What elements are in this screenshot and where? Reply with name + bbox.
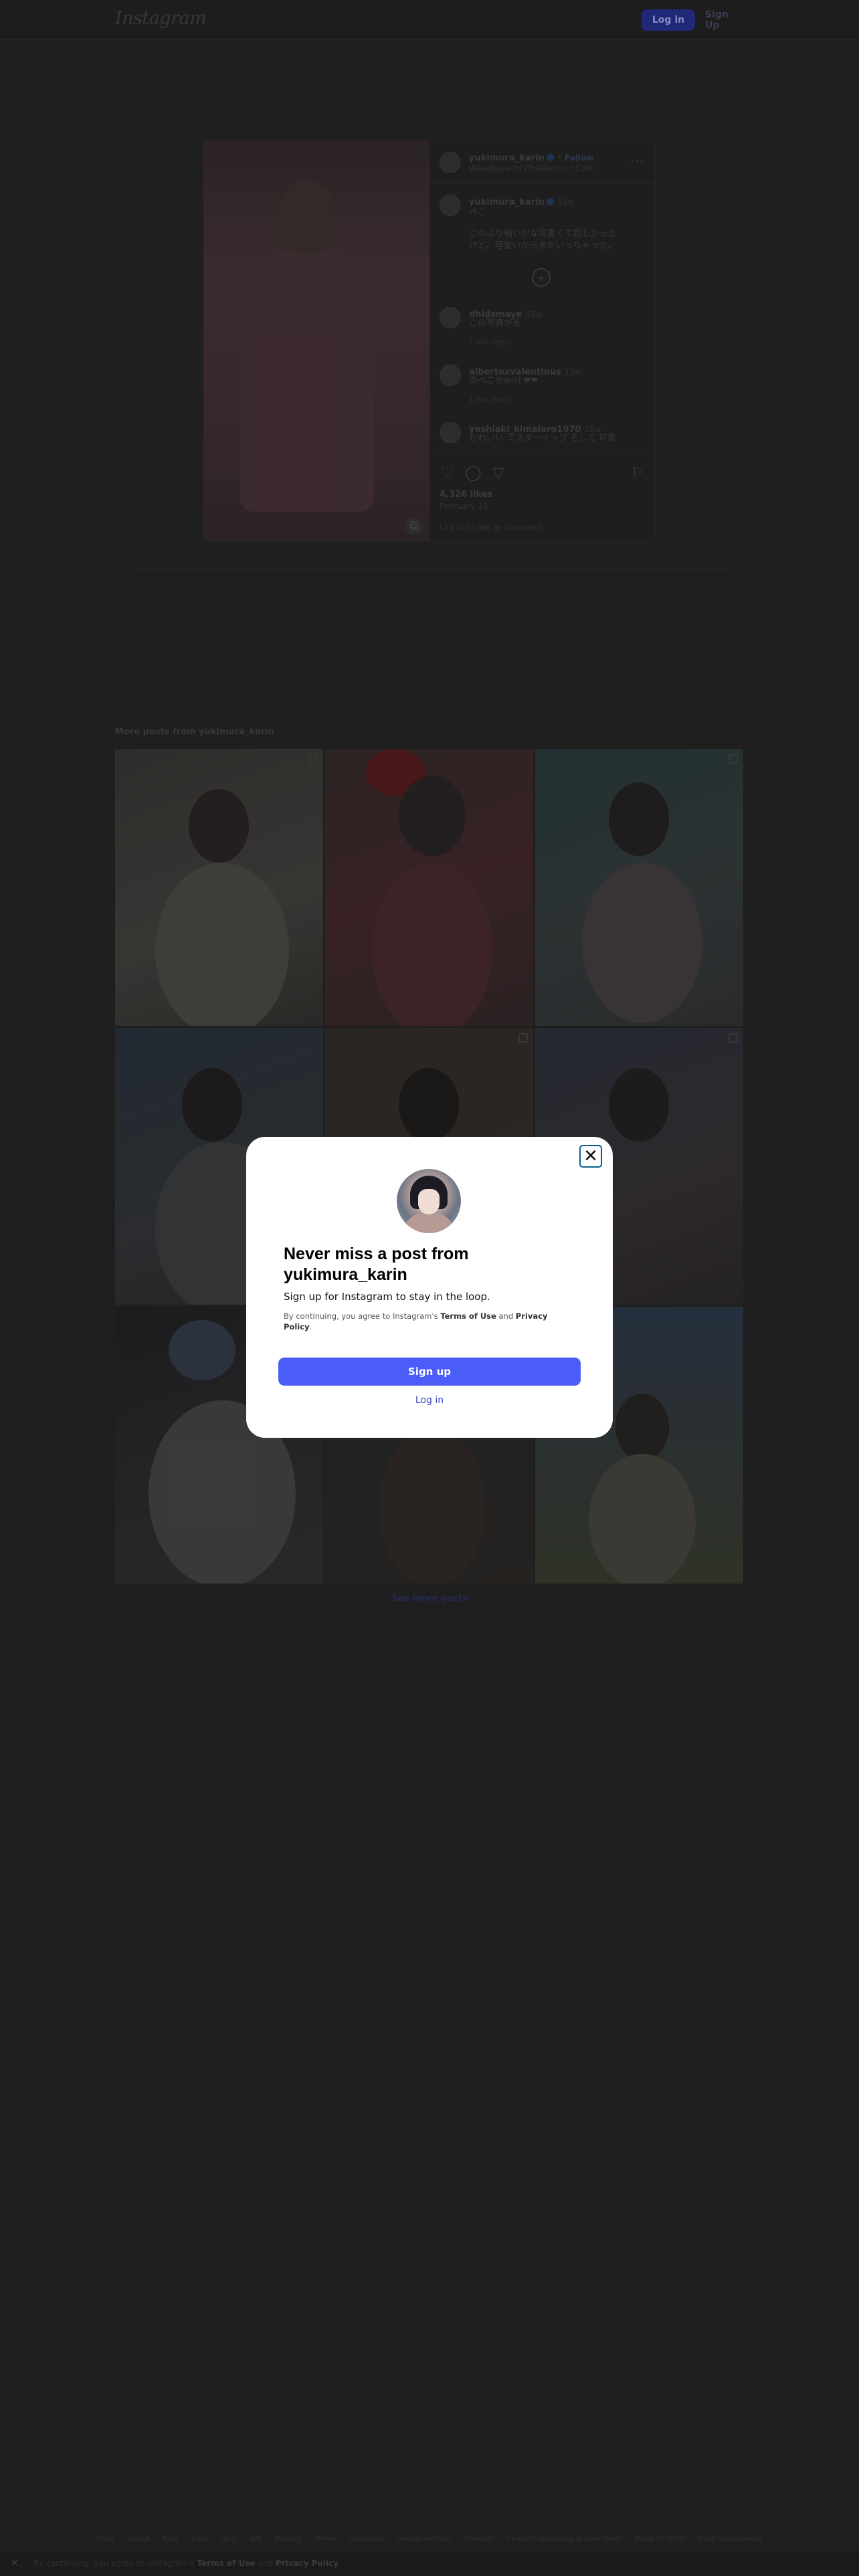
terms-and: and bbox=[498, 1311, 514, 1321]
modal-terms-text: By continuing, you agree to Instagram's … bbox=[284, 1311, 578, 1332]
signup-button[interactable]: Sign up bbox=[278, 1358, 581, 1386]
terms-prefix: By continuing, you agree to Instagram's bbox=[284, 1311, 438, 1321]
login-link[interactable]: Log in bbox=[246, 1395, 613, 1406]
signup-modal: ✕ Never miss a post from yukimura_karin … bbox=[246, 1137, 613, 1438]
modal-title: Never miss a post from yukimura_karin bbox=[284, 1245, 469, 1284]
close-icon[interactable]: ✕ bbox=[579, 1145, 602, 1168]
modal-subtitle: Sign up for Instagram to stay in the loo… bbox=[284, 1291, 490, 1303]
terms-of-use-link[interactable]: Terms of Use bbox=[440, 1311, 496, 1321]
profile-avatar bbox=[397, 1169, 461, 1233]
terms-suffix: . bbox=[309, 1322, 312, 1331]
